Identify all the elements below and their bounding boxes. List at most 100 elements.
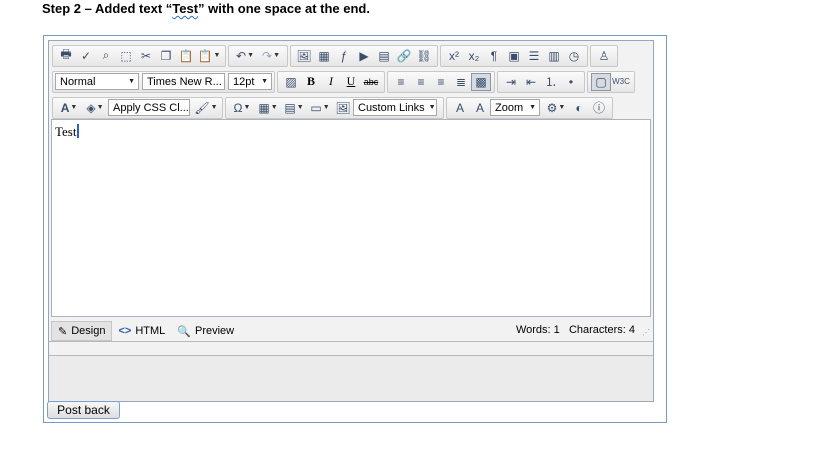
font-name-value: Times New R... [147,75,222,88]
zoom-value: Zoom [495,101,524,114]
outdent-icon[interactable]: ⇤ [521,73,541,91]
spellcheck-icon[interactable]: ✓ [76,47,96,65]
strikethrough-button[interactable]: abc [361,73,381,91]
toolbar-group-align: ≡ ≡ ≡ ≣ ▩ [387,70,495,93]
omega-icon: Ω [233,100,243,115]
css-class-select[interactable]: Apply CSS Cl...▼ [108,99,190,116]
subscript-icon[interactable]: x₂ [464,47,484,65]
snippet-icon[interactable]: ▤ ▼ [281,99,307,117]
cut-icon[interactable]: ✂ [136,47,156,65]
content-text: Test [55,124,77,139]
insert-date-icon[interactable]: ◷ [564,47,584,65]
code-icon: <> [118,325,132,337]
font-grow-icon[interactable]: A [450,99,470,117]
characters-label: Characters: [568,324,626,336]
document-manager-icon[interactable]: ▤ [374,47,394,65]
resize-grip-icon[interactable]: ⋰ [642,328,650,337]
tab-design[interactable]: ✎ Design [51,321,113,341]
toolbar-group-fonts: Normal ▼ Times New R...▼ 12pt ▼ [52,70,275,93]
custom-links-value: Custom Links [358,101,425,114]
toolbar-group-format: x² x₂ ¶ ▣ ☰ ▥ ◷ [440,44,588,67]
font-shrink-icon[interactable]: A [470,99,490,117]
format-brush-icon[interactable]: 🖌 ▼ [193,99,219,117]
editor-text: Test [55,124,80,140]
toggle-borders-icon[interactable]: ▢ [591,72,611,91]
image-icon[interactable]: 🖼 [333,99,353,117]
table-icon[interactable]: ▦ ▼ [255,99,281,117]
image-manager-icon[interactable]: 🖼 [294,47,314,65]
editor-bottom-panel [49,356,653,401]
find-icon[interactable]: ⌕ [96,47,116,65]
indent-icon[interactable]: ⇥ [501,73,521,91]
symbol-button[interactable]: Ω ▼ [229,99,255,117]
align-center-icon[interactable]: ≡ [411,73,431,91]
image-map-icon[interactable]: ▦ [314,47,334,65]
font-name-select[interactable]: Times New R...▼ [142,73,225,90]
format-stripper-icon[interactable]: ▨ [281,73,301,91]
chevron-down-icon: ▼ [529,104,536,111]
toolbar-row-1: 🖶 ✓ ⌕ ⬚ ✂ ❐ 📋 📋▼ ↶▼ ↷▼ 🖼 ▦ ƒ ▶ ▤ 🔗 ⛓ [52,44,620,67]
zoom-select[interactable]: Zoom ▼ [490,99,540,116]
toolbar-group-template: ♙ [590,44,618,67]
fore-color-icon[interactable]: A ▼ [56,99,82,117]
new-paragraph-icon[interactable]: ▣ [504,47,524,65]
custom-links-select[interactable]: Custom Links ▼ [353,99,437,116]
redo-icon[interactable]: ↷ ▼ [258,47,284,65]
paragraph-style-value: Normal [60,75,96,88]
tab-design-label: Design [71,325,106,337]
heading-suffix: ” with one space at the end. [198,1,370,16]
tab-preview[interactable]: 🔍 Preview [171,321,240,341]
paste-options-icon[interactable]: 📋 ▼ [196,47,222,65]
xhtml-validator-icon[interactable]: W3C [611,73,631,91]
toolbar-group-edit: 🖶 ✓ ⌕ ⬚ ✂ ❐ 📋 📋 ▼ [52,44,226,67]
chevron-down-icon: ▼ [428,104,436,111]
paste-icon[interactable]: 📋 [176,47,196,65]
form-element-icon[interactable]: ▭ ▼ [307,99,333,117]
module-manager-icon[interactable]: ⚙ ▼ [543,99,569,117]
tab-html[interactable]: <> HTML [112,321,171,341]
copy-icon[interactable]: ❐ [156,47,176,65]
align-right-icon[interactable]: ≡ [431,73,451,91]
horizontal-rule-icon[interactable]: ☰ [524,47,544,65]
hyperlink-manager-icon[interactable]: 🔗 [394,47,414,65]
select-all-icon[interactable]: ⬚ [116,47,136,65]
remove-link-icon[interactable]: ⛓ [414,47,434,65]
format-code-icon[interactable]: ▥ [544,47,564,65]
numbered-list-icon[interactable]: ⒈ [541,73,561,91]
tab-preview-label: Preview [194,325,235,337]
font-size-value: 12pt [233,75,255,88]
toolbar-group-colors: A▼ ◈▼ Apply CSS Cl...▼ 🖌▼ [52,96,223,119]
editor-frame: 🖶 ✓ ⌕ ⬚ ✂ ❐ 📋 📋▼ ↶▼ ↷▼ 🖼 ▦ ƒ ▶ ▤ 🔗 ⛓ [43,35,667,423]
underline-button[interactable]: U [341,73,361,91]
media-icon[interactable]: ▶ [354,47,374,65]
back-color-icon[interactable]: ◈ ▼ [82,99,108,117]
bold-button[interactable]: B [301,73,321,91]
toolbar-group-lists: ⇥ ⇤ ⒈ • [497,70,585,93]
paragraph-icon[interactable]: ¶ [484,47,504,65]
step-heading: Step 2 – Added text “Test” with one spac… [42,1,370,16]
css-class-value: Apply CSS Cl... [113,101,189,114]
justify-none-icon[interactable]: ▩ [471,72,491,91]
paragraph-style-select[interactable]: Normal ▼ [55,73,139,90]
justify-icon[interactable]: ≣ [451,73,471,91]
editor-content-area[interactable]: Test [51,119,651,317]
rich-text-editor: 🖶 ✓ ⌕ ⬚ ✂ ❐ 📋 📋▼ ↶▼ ↷▼ 🖼 ▦ ƒ ▶ ▤ 🔗 ⛓ [48,40,654,402]
post-back-button[interactable]: Post back [47,401,120,419]
align-left-icon[interactable]: ≡ [391,73,411,91]
text-caret [77,124,80,138]
italic-button[interactable]: I [321,73,341,91]
heading-quoted-word: Test [172,1,199,16]
toolbar-group-history: ↶ ▼ ↷ ▼ [228,44,288,67]
help-icon[interactable]: ⓘ [589,99,609,117]
undo-icon[interactable]: ↶ ▼ [232,47,258,65]
toolbar-group-insert: 🖼 ▦ ƒ ▶ ▤ 🔗 ⛓ [290,44,438,67]
template-icon[interactable]: ♙ [594,47,614,65]
track-changes-icon[interactable]: ◐ [569,99,589,117]
print-icon[interactable]: 🖶 [56,47,76,65]
word-char-stats: Words: 1 Characters: 4 [516,324,635,336]
superscript-icon[interactable]: x² [444,47,464,65]
flash-icon[interactable]: ƒ [334,47,354,65]
tab-html-label: HTML [135,325,166,337]
bulleted-list-icon[interactable]: • [561,73,581,91]
font-size-select[interactable]: 12pt ▼ [228,73,272,90]
